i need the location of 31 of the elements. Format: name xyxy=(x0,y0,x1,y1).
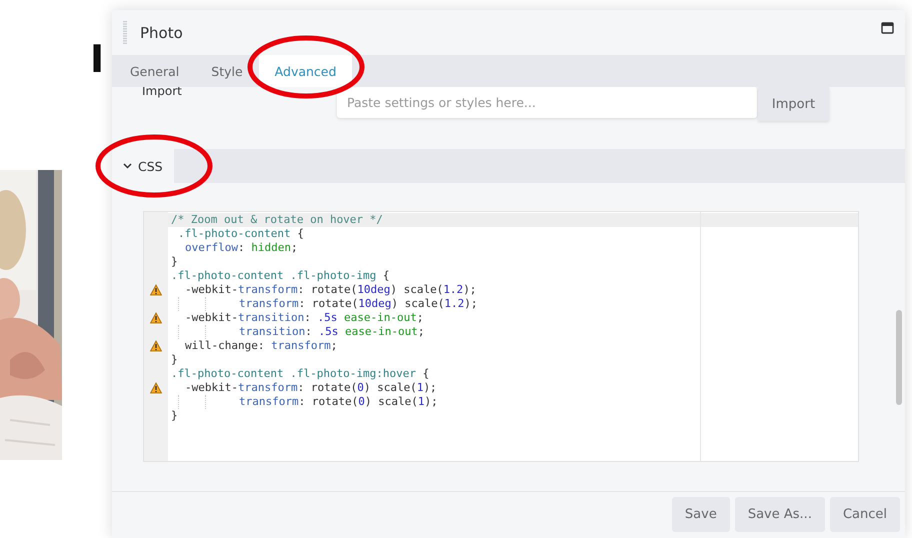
code-line: .fl-photo-content .fl-photo-img:hover { xyxy=(170,367,430,381)
code-line: } xyxy=(170,409,178,423)
code-line: .fl-photo-content { xyxy=(177,227,304,241)
code-line: -webkit-transition: .5s ease-in-out; xyxy=(184,311,424,325)
import-field[interactable]: Paste settings or styles here... xyxy=(337,87,757,118)
code-line: /* Zoom out & rotate on hover */ xyxy=(170,213,383,227)
code-line: } xyxy=(170,255,178,269)
field-label: Import xyxy=(141,85,183,97)
drag-handle-icon[interactable] xyxy=(123,21,127,44)
code-line: transform: rotate(10deg) scale(1.2); xyxy=(238,297,478,311)
code-line: transform: rotate(0) scale(1); xyxy=(238,395,438,409)
panel-title: Photo xyxy=(140,24,183,42)
code-line: will-change: transform; xyxy=(184,339,338,353)
code-line: -webkit-transform: rotate(10deg) scale(1.2); xyxy=(184,283,476,297)
footer-button[interactable]: Save xyxy=(672,497,730,532)
page-heading: I xyxy=(90,36,104,82)
code-editor[interactable] xyxy=(143,211,859,462)
scrollbar[interactable] xyxy=(896,310,902,405)
section-toggle[interactable]: CSS xyxy=(112,149,174,183)
footer-button[interactable]: Save As... xyxy=(734,497,825,532)
maximize-icon[interactable] xyxy=(881,22,894,34)
code-line: overflow: hidden; xyxy=(184,241,298,255)
tab[interactable]: Style xyxy=(195,55,259,87)
tab[interactable]: Advanced xyxy=(258,55,352,87)
code-line: } xyxy=(170,353,178,367)
footer-button[interactable]: Cancel xyxy=(830,497,900,532)
code-line: .fl-photo-content .fl-photo-img { xyxy=(170,269,390,283)
code-line: -webkit-transform: rotate(0) scale(1); xyxy=(184,381,437,395)
tab[interactable]: General xyxy=(112,55,196,87)
import-button[interactable]: Import xyxy=(758,87,829,121)
code-line: transition: .5s ease-in-out; xyxy=(238,325,424,339)
